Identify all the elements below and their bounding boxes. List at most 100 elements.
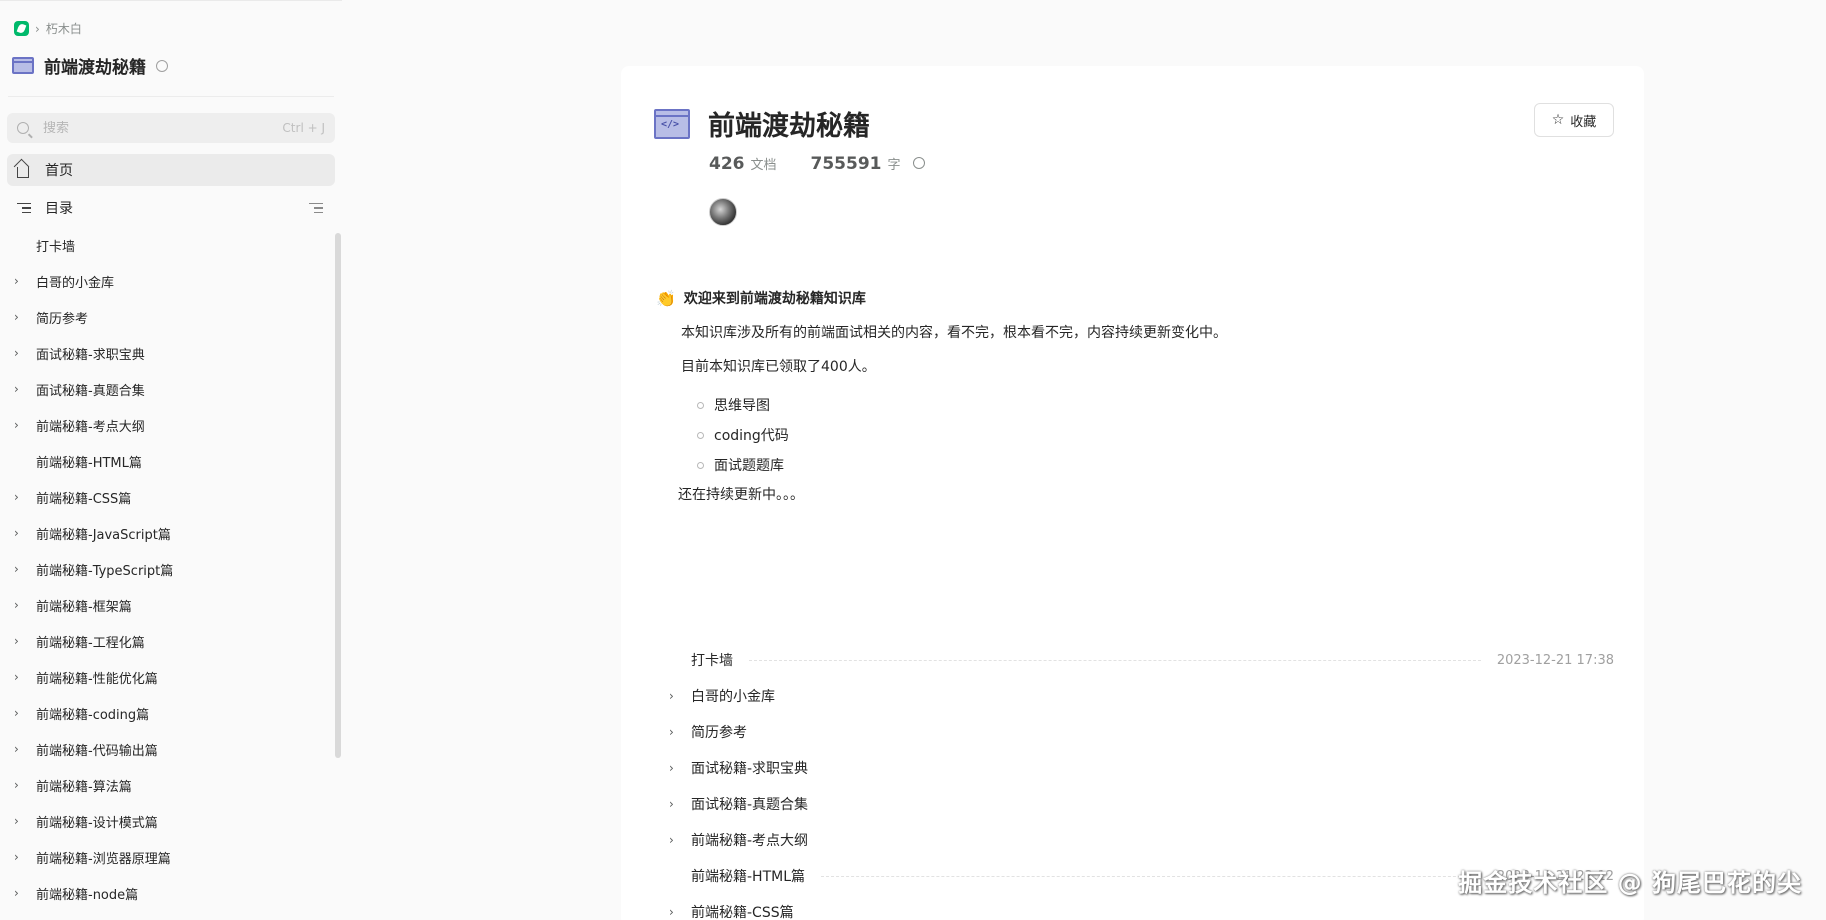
sidebar-tree-label: 白哥的小金库: [36, 275, 115, 291]
sidebar-tree-label: 前端秘籍-coding篇: [36, 707, 150, 723]
chevron-right-icon[interactable]: ›: [14, 346, 36, 360]
catalog-label: 白哥的小金库: [691, 689, 775, 705]
chevron-right-icon[interactable]: ›: [14, 382, 36, 396]
chevron-right-icon[interactable]: ›: [14, 418, 36, 432]
chevron-right-icon[interactable]: ›: [14, 274, 36, 288]
sidebar-tree-item[interactable]: › 前端秘籍-框架篇: [0, 587, 332, 623]
chevron-right-icon: ›: [35, 21, 40, 36]
sidebar-tree-item[interactable]: › 前端秘籍-考点大纲: [0, 407, 332, 443]
sidebar-tree-item[interactable]: › 前端秘籍-node篇: [0, 875, 332, 911]
sidebar-tree-label: 前端秘籍-HTML篇: [36, 455, 142, 471]
clap-hands-icon: 👏: [656, 288, 676, 308]
sidebar-scrollbar[interactable]: [335, 233, 341, 758]
catalog-label: 面试秘籍-求职宝典: [691, 761, 809, 777]
sidebar-tree-label: 前端秘籍-工程化篇: [36, 635, 145, 651]
catalog-row[interactable]: ›打卡墙2023-12-21 17:38: [669, 642, 1614, 678]
sidebar-tree-item[interactable]: › 前端秘籍-coding篇: [0, 695, 332, 731]
list-item: 面试题题库: [697, 450, 789, 480]
yuque-logo-icon[interactable]: [14, 21, 29, 36]
sidebar-tree-item[interactable]: › 前端秘籍-浏览器原理篇: [0, 839, 332, 875]
sidebar-tree-item[interactable]: ›打卡墙: [0, 227, 332, 263]
catalog-row[interactable]: › 面试秘籍-求职宝典: [669, 750, 1614, 786]
watermark: 掘金技术社区 @ 狗尾巴花的尖: [1458, 869, 1802, 897]
sidebar-tree-item[interactable]: › 前端秘籍-工程化篇: [0, 623, 332, 659]
title-row: 前端渡劫秘籍: [654, 104, 870, 143]
toc-icon: [17, 202, 31, 214]
chevron-right-icon[interactable]: ›: [669, 905, 691, 919]
chevron-right-icon[interactable]: ›: [14, 742, 36, 756]
sidebar-tree-item[interactable]: › 前端秘籍-CSS篇: [0, 479, 332, 515]
list-item: 思维导图: [697, 390, 789, 420]
chevron-right-icon[interactable]: ›: [14, 778, 36, 792]
catalog-row[interactable]: › 简历参考: [669, 714, 1614, 750]
sidebar: › 朽木白 前端渡劫秘籍 Ctrl + J 首页 目录 ›打卡墙›白哥的小金库›…: [0, 0, 342, 920]
favorite-button[interactable]: ☆ 收藏: [1534, 103, 1614, 137]
breadcrumb-user[interactable]: 朽木白: [46, 20, 82, 37]
chevron-right-icon[interactable]: ›: [14, 310, 36, 324]
sidebar-tree-label: 前端秘籍-TypeScript篇: [36, 563, 174, 579]
book-stats: 426 文档 755591 字: [709, 154, 925, 174]
sidebar-tree-item[interactable]: › 前端秘籍-性能优化篇: [0, 659, 332, 695]
catalog-row[interactable]: › 白哥的小金库: [669, 678, 1614, 714]
sidebar-tree-item[interactable]: › 前端秘籍-设计模式篇: [0, 803, 332, 839]
nav-toc-label: 目录: [45, 201, 73, 217]
chevron-right-icon[interactable]: ›: [14, 490, 36, 504]
chevron-right-icon[interactable]: ›: [14, 526, 36, 540]
sidebar-tree-item[interactable]: › 前端秘籍-JavaScript篇: [0, 515, 332, 551]
sidebar-tree: ›打卡墙›白哥的小金库›简历参考›面试秘籍-求职宝典›面试秘籍-真题合集›前端秘…: [0, 227, 332, 911]
sidebar-tree-item[interactable]: › 面试秘籍-求职宝典: [0, 335, 332, 371]
sidebar-tree-label: 前端秘籍-性能优化篇: [36, 671, 158, 687]
chevron-right-icon[interactable]: ›: [14, 634, 36, 648]
book-title[interactable]: 前端渡劫秘籍: [44, 53, 146, 78]
chevron-right-icon[interactable]: ›: [14, 886, 36, 900]
count-paragraph: 目前本知识库已领取了400人。: [681, 359, 876, 375]
avatar[interactable]: [709, 198, 737, 226]
divider: [8, 96, 334, 97]
word-unit: 字: [887, 158, 901, 173]
sidebar-tree-label: 前端秘籍-框架篇: [36, 599, 132, 615]
catalog-date: 2023-12-21 17:38: [1496, 652, 1614, 668]
nav-home[interactable]: 首页: [7, 154, 335, 186]
sidebar-tree-label: 前端秘籍-代码输出篇: [36, 743, 158, 759]
sidebar-tree-item[interactable]: › 前端秘籍-算法篇: [0, 767, 332, 803]
chevron-right-icon[interactable]: ›: [14, 814, 36, 828]
catalog-row[interactable]: › 面试秘籍-真题合集: [669, 786, 1614, 822]
word-count: 755591: [810, 154, 882, 174]
chevron-right-icon[interactable]: ›: [669, 761, 691, 775]
toc-toggle-icon[interactable]: [309, 202, 323, 214]
sidebar-tree-item[interactable]: › 简历参考: [0, 299, 332, 335]
sidebar-tree-label: 前端秘籍-设计模式篇: [36, 815, 158, 831]
search-shortcut: Ctrl + J: [282, 121, 325, 135]
chevron-right-icon[interactable]: ›: [669, 689, 691, 703]
chevron-right-icon[interactable]: ›: [14, 850, 36, 864]
sidebar-tree-item[interactable]: ›前端秘籍-HTML篇: [0, 443, 332, 479]
sidebar-tree-item[interactable]: › 前端秘籍-代码输出篇: [0, 731, 332, 767]
chevron-right-icon[interactable]: ›: [14, 706, 36, 720]
sidebar-tree-item[interactable]: › 面试秘籍-真题合集: [0, 371, 332, 407]
sidebar-tree-label: 前端秘籍-考点大纲: [36, 419, 145, 435]
welcome-heading: 👏 欢迎来到前端渡劫秘籍知识库: [656, 288, 866, 308]
chevron-right-icon[interactable]: ›: [14, 670, 36, 684]
sidebar-tree-label: 打卡墙: [36, 239, 76, 255]
sidebar-tree-item[interactable]: › 前端秘籍-TypeScript篇: [0, 551, 332, 587]
favorite-label: 收藏: [1570, 114, 1597, 130]
search-input[interactable]: [43, 120, 283, 136]
search-box[interactable]: Ctrl + J: [7, 113, 335, 143]
chevron-right-icon[interactable]: ›: [669, 725, 691, 739]
book-status-icon[interactable]: [156, 59, 168, 72]
nav-toc[interactable]: 目录: [7, 192, 335, 224]
book-header: 前端渡劫秘籍: [12, 53, 168, 78]
sidebar-tree-label: 面试秘籍-求职宝典: [36, 347, 145, 363]
chevron-right-icon[interactable]: ›: [669, 833, 691, 847]
welcome-title: 欢迎来到前端渡劫秘籍知识库: [683, 291, 866, 307]
sidebar-tree-item[interactable]: › 白哥的小金库: [0, 263, 332, 299]
catalog-row[interactable]: › 前端秘籍-考点大纲: [669, 822, 1614, 858]
chevron-right-icon[interactable]: ›: [14, 562, 36, 576]
info-icon[interactable]: [912, 157, 925, 169]
chevron-right-icon[interactable]: ›: [14, 598, 36, 612]
doc-unit: 文档: [750, 158, 777, 173]
chevron-right-icon[interactable]: ›: [669, 797, 691, 811]
book-code-icon: [654, 108, 690, 139]
dotted-leader: [821, 875, 1481, 877]
catalog-label: 简历参考: [691, 725, 747, 741]
